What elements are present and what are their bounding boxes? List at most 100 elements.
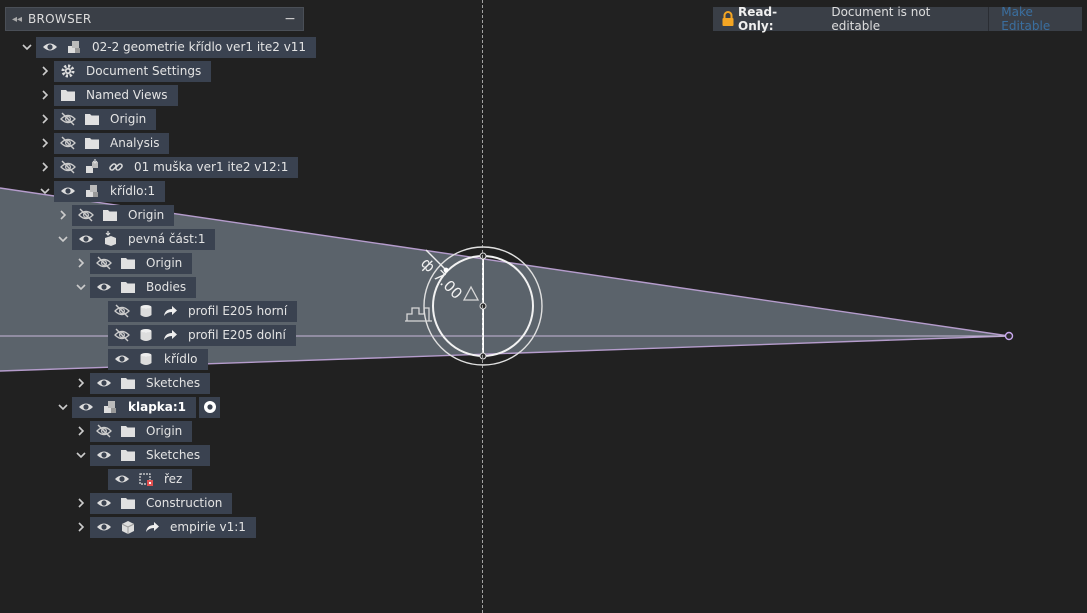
- chevron-down-icon[interactable]: [72, 275, 90, 299]
- folder-icon: [118, 374, 138, 392]
- tree-row-body-kridlo[interactable]: křídlo: [90, 347, 208, 371]
- tree-row-root-document[interactable]: 02-2 geometrie křídlo ver1 ite2 v11: [18, 35, 317, 59]
- eye-icon[interactable]: [94, 278, 114, 296]
- eye-hidden-icon[interactable]: [94, 422, 114, 440]
- eye-hidden-icon[interactable]: [112, 326, 132, 344]
- chevron-right-icon[interactable]: [72, 515, 90, 539]
- tree-item-label: Sketches: [146, 448, 201, 462]
- chevron-right-icon[interactable]: [72, 371, 90, 395]
- tree-row-linked-component[interactable]: 01 muška ver1 ite2 v12:1: [36, 155, 299, 179]
- eye-hidden-icon[interactable]: [58, 134, 78, 152]
- read-only-label: Read-Only:: [738, 5, 778, 33]
- tree-item-label: 02-2 geometrie křídlo ver1 ite2 v11: [92, 40, 307, 54]
- eye-hidden-icon[interactable]: [76, 206, 96, 224]
- chevron-right-icon[interactable]: [54, 203, 72, 227]
- eye-hidden-icon[interactable]: [58, 110, 78, 128]
- body-icon: [136, 302, 156, 320]
- tree-item-label: Document Settings: [86, 64, 202, 78]
- link-arrow-icon: [142, 518, 162, 536]
- chevron-right-icon[interactable]: [72, 251, 90, 275]
- chevron-right-icon[interactable]: [36, 131, 54, 155]
- link-arrow-icon: [160, 302, 180, 320]
- tree-row-origin[interactable]: Origin: [72, 419, 193, 443]
- tree-row-origin[interactable]: Origin: [54, 203, 175, 227]
- tree-row-named-views[interactable]: Named Views: [36, 83, 178, 107]
- sketch-icon: [136, 470, 156, 488]
- tree-row-component-klapka[interactable]: klapka:1: [54, 395, 221, 419]
- eye-icon[interactable]: [40, 38, 60, 56]
- tree-item-label: Sketches: [146, 376, 201, 390]
- eye-icon[interactable]: [94, 374, 114, 392]
- tree-row-bodies[interactable]: Bodies: [72, 275, 197, 299]
- folder-icon: [118, 278, 138, 296]
- eye-hidden-icon[interactable]: [94, 254, 114, 272]
- body-component-icon: [118, 518, 138, 536]
- chevron-down-icon[interactable]: [72, 443, 90, 467]
- chevron-down-icon[interactable]: [18, 35, 36, 59]
- chevron-down-icon[interactable]: [54, 395, 72, 419]
- tree-row-sketches[interactable]: Sketches: [72, 371, 211, 395]
- make-editable-link[interactable]: Make Editable: [1001, 5, 1082, 33]
- tree-row-component-pevna-cast[interactable]: pevná část:1: [54, 227, 216, 251]
- eye-icon[interactable]: [112, 350, 132, 368]
- chevron-right-icon[interactable]: [36, 83, 54, 107]
- browser-title: BROWSER: [28, 12, 92, 26]
- vertical-construction-axis: [482, 0, 483, 613]
- grounded-body-component-icon: [100, 230, 120, 248]
- tree-item-label: Bodies: [146, 280, 187, 294]
- minimize-icon[interactable]: −: [277, 11, 303, 27]
- tree-item-label: pevná část:1: [128, 232, 206, 246]
- tree-item-label: Origin: [146, 256, 183, 270]
- component-icon: [64, 38, 84, 56]
- tree-row-origin[interactable]: Origin: [36, 107, 157, 131]
- sketch-point-center[interactable]: [479, 302, 487, 310]
- tree-row-sketch-rez[interactable]: řez: [90, 467, 193, 491]
- eye-icon[interactable]: [58, 182, 78, 200]
- read-only-banner: Read-Only: Document is not editable Make…: [713, 5, 1082, 33]
- chevron-down-icon[interactable]: [36, 179, 54, 203]
- sketch-point-top[interactable]: [479, 252, 487, 260]
- eye-icon[interactable]: [94, 446, 114, 464]
- tree-row-body-profil-dolni[interactable]: profil E205 dolní: [90, 323, 296, 347]
- body-icon: [136, 350, 156, 368]
- chevron-right-icon[interactable]: [36, 107, 54, 131]
- active-component-radio-icon[interactable]: [199, 396, 221, 418]
- tree-row-body-profil-horni[interactable]: profil E205 horní: [90, 299, 298, 323]
- eye-hidden-icon[interactable]: [112, 302, 132, 320]
- sketch-point-bottom[interactable]: [479, 352, 487, 360]
- tree-item-label: křídlo:1: [110, 184, 156, 198]
- tree-row-document-settings[interactable]: Document Settings: [36, 59, 212, 83]
- tree-item-label: Named Views: [86, 88, 168, 102]
- chevron-right-icon[interactable]: [72, 419, 90, 443]
- tree-item-label: Origin: [110, 112, 147, 126]
- eye-icon[interactable]: [112, 470, 132, 488]
- tree-item-label: Origin: [128, 208, 165, 222]
- eye-icon[interactable]: [76, 230, 96, 248]
- tree-row-origin[interactable]: Origin: [72, 251, 193, 275]
- link-icon: [106, 158, 126, 176]
- chevron-right-icon[interactable]: [36, 155, 54, 179]
- trailing-edge-point[interactable]: [1004, 331, 1014, 341]
- chevron-down-icon[interactable]: [54, 227, 72, 251]
- eye-icon[interactable]: [94, 518, 114, 536]
- tree-row-sketches[interactable]: Sketches: [72, 443, 211, 467]
- folder-icon: [82, 110, 102, 128]
- eye-icon[interactable]: [76, 398, 96, 416]
- tree-item-label: profil E205 horní: [188, 304, 288, 318]
- eye-icon[interactable]: [94, 494, 114, 512]
- tree-item-label: 01 muška ver1 ite2 v12:1: [134, 160, 289, 174]
- tree-row-linked-empirie[interactable]: empirie v1:1: [72, 515, 256, 539]
- chevron-right-icon[interactable]: [72, 491, 90, 515]
- collapse-panel-icon[interactable]: ◂◂: [6, 14, 28, 25]
- tree-row-analysis[interactable]: Analysis: [36, 131, 170, 155]
- tree-row-construction[interactable]: Construction: [72, 491, 233, 515]
- folder-icon: [118, 494, 138, 512]
- eye-hidden-icon[interactable]: [58, 158, 78, 176]
- component-icon: [100, 398, 120, 416]
- tree-item-label: profil E205 dolní: [188, 328, 286, 342]
- tree-item-label: křídlo: [164, 352, 198, 366]
- folder-icon: [118, 254, 138, 272]
- tree-row-component-kridlo[interactable]: křídlo:1: [36, 179, 166, 203]
- browser-panel-header: ◂◂ BROWSER −: [5, 7, 304, 31]
- chevron-right-icon[interactable]: [36, 59, 54, 83]
